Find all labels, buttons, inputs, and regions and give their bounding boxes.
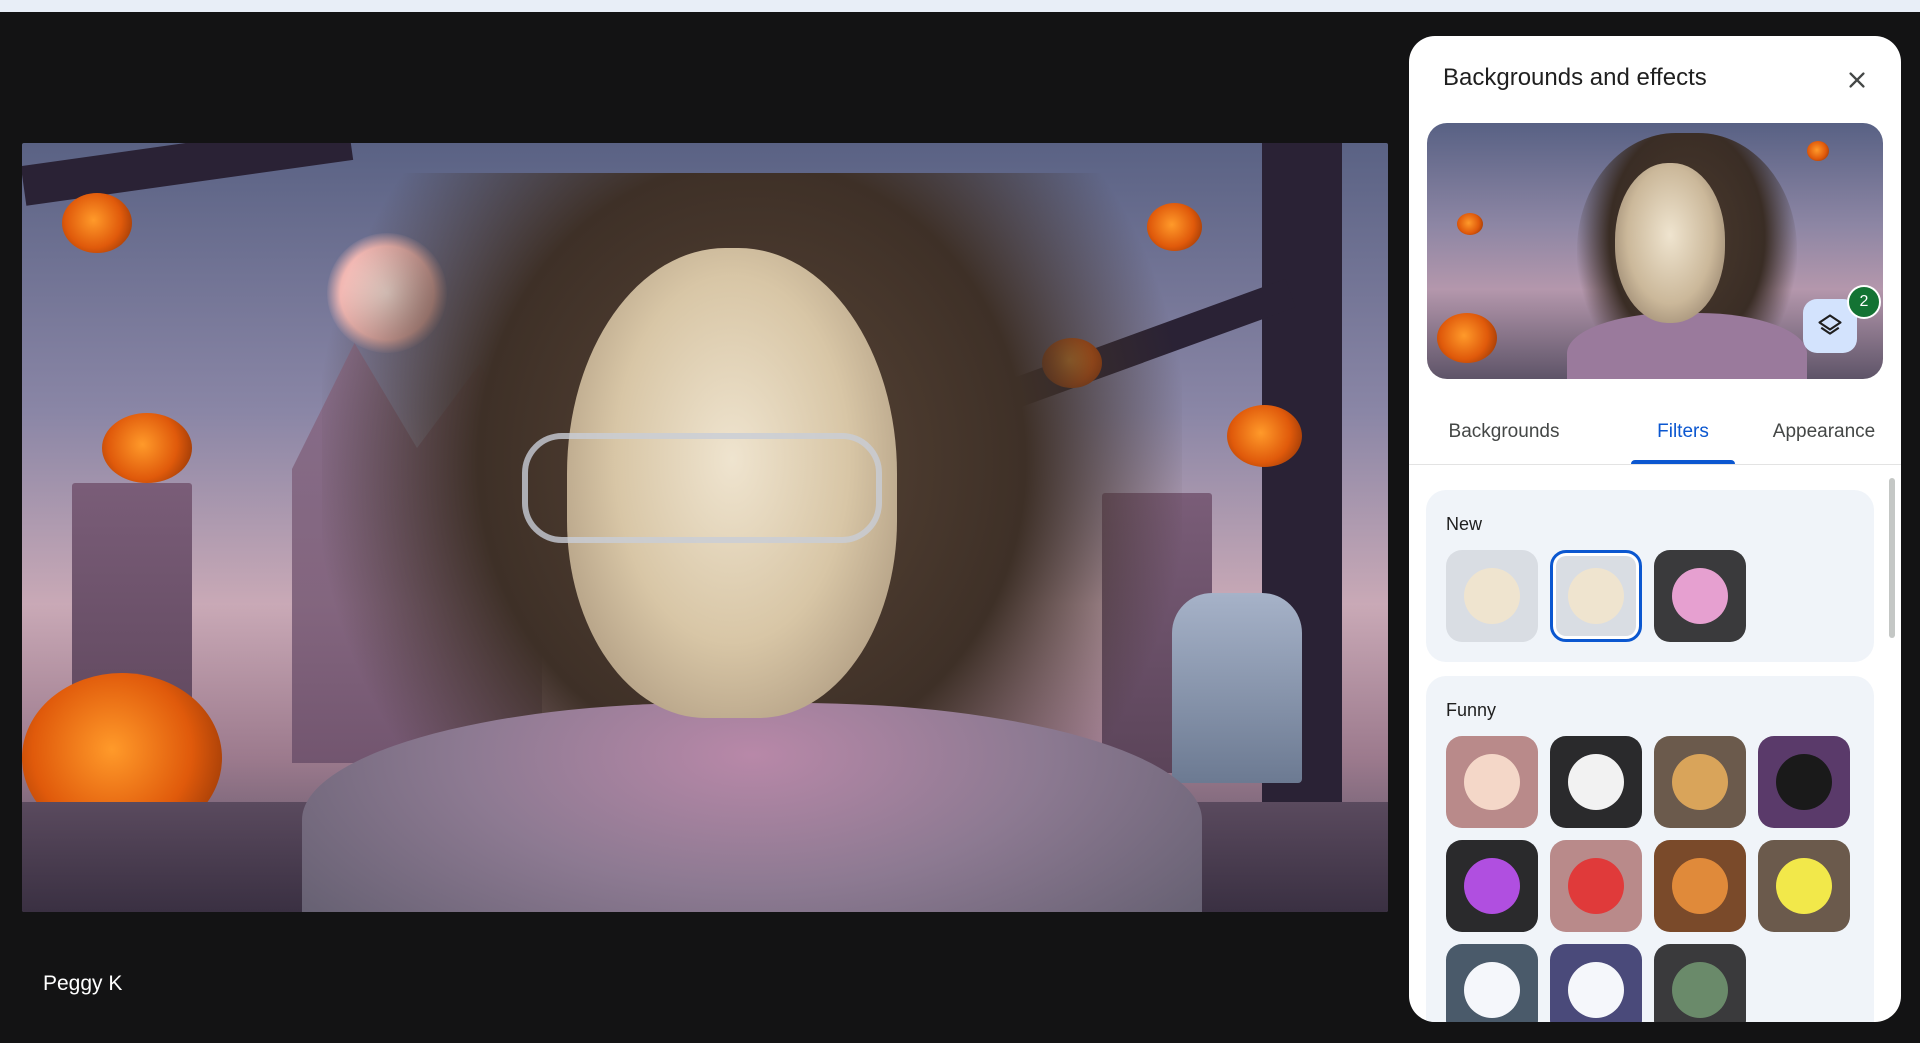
lightbulb-filter[interactable] <box>1758 840 1850 932</box>
backgrounds-effects-panel: Backgrounds and effects 2 Backgrounds Fi… <box>1409 36 1901 1022</box>
person-shirt <box>302 703 1202 912</box>
zombie-face-filter[interactable] <box>1446 550 1538 642</box>
orange-cat-filter[interactable] <box>1654 840 1746 932</box>
panda-filter[interactable] <box>1550 944 1642 1022</box>
panda-filter-icon <box>1568 962 1624 1018</box>
octopus-filter-icon <box>1464 858 1520 914</box>
effects-tabs: Backgrounds Filters Appearance <box>1409 400 1901 465</box>
section-funny: Funny <box>1426 676 1874 1022</box>
tree-branch <box>22 143 354 206</box>
zombie-face-filter-icon <box>1464 568 1520 624</box>
participant-name: Peggy K <box>43 972 123 995</box>
party-hat-filter-icon <box>1672 568 1728 624</box>
pumpkin-decoration <box>1457 213 1483 235</box>
black-cat-filter-icon <box>1776 754 1832 810</box>
glasses <box>522 433 882 543</box>
close-icon <box>1849 72 1865 88</box>
tab-appearance[interactable]: Appearance <box>1749 400 1899 464</box>
bunny-filter[interactable] <box>1446 944 1538 1022</box>
pumpkin-decoration <box>62 193 132 253</box>
flying-cat-filter-icon <box>1672 754 1728 810</box>
section-title: Funny <box>1446 700 1497 720</box>
panel-title: Backgrounds and effects <box>1443 64 1707 91</box>
tombstone <box>1172 593 1302 783</box>
effects-preview: 2 <box>1427 123 1883 379</box>
cake-filter[interactable] <box>1446 736 1538 828</box>
cake-filter-icon <box>1464 754 1520 810</box>
lightbulb-filter-icon <box>1776 858 1832 914</box>
mummy-face-filter-icon <box>1568 568 1624 624</box>
alien-filter[interactable] <box>1654 944 1746 1022</box>
section-title: New <box>1446 514 1483 534</box>
preview-face <box>1615 163 1725 323</box>
strawberry-filter[interactable] <box>1550 840 1642 932</box>
tab-filters[interactable]: Filters <box>1631 400 1735 464</box>
bunny-filter-icon <box>1464 962 1520 1018</box>
fried-egg-filter-icon <box>1568 754 1624 810</box>
preview-person-shirt <box>1567 313 1807 379</box>
pumpkin-decoration <box>1807 141 1829 161</box>
section-new: New <box>1426 490 1874 662</box>
orange-cat-filter-icon <box>1672 858 1728 914</box>
fried-egg-filter[interactable] <box>1550 736 1642 828</box>
applied-effects-count-badge: 2 <box>1847 285 1881 319</box>
black-cat-filter[interactable] <box>1758 736 1850 828</box>
pumpkin-decoration <box>1437 313 1497 363</box>
close-button[interactable] <box>1839 62 1875 98</box>
tab-label: Backgrounds <box>1448 421 1560 442</box>
tab-label: Appearance <box>1772 421 1876 442</box>
filters-list: New Funny <box>1409 466 1901 1022</box>
layers-icon <box>1818 314 1842 335</box>
active-tab-indicator <box>1631 460 1735 464</box>
octopus-filter[interactable] <box>1446 840 1538 932</box>
tab-label: Filters <box>1657 421 1709 442</box>
mummy-face-filter[interactable] <box>1550 550 1642 642</box>
alien-filter-icon <box>1672 962 1728 1018</box>
party-hat-filter[interactable] <box>1654 550 1746 642</box>
pumpkin-decoration <box>1227 405 1302 467</box>
flying-cat-filter[interactable] <box>1654 736 1746 828</box>
self-video-tile <box>22 143 1388 912</box>
tab-backgrounds[interactable]: Backgrounds <box>1429 400 1579 464</box>
strawberry-filter-icon <box>1568 858 1624 914</box>
browser-top-bar <box>0 0 1920 12</box>
pumpkin-decoration <box>102 413 192 483</box>
